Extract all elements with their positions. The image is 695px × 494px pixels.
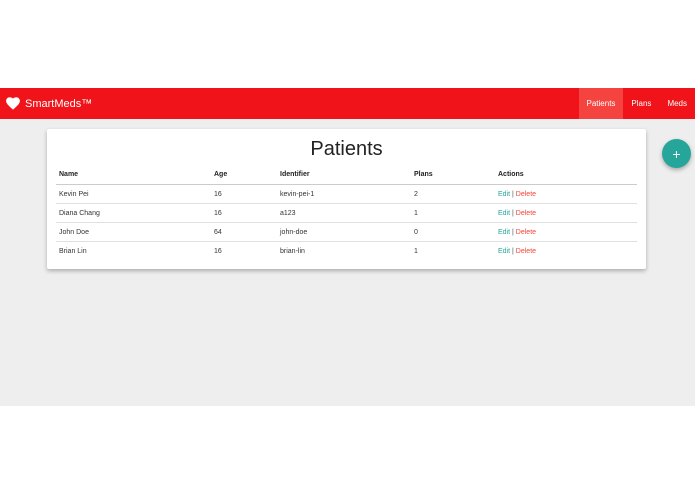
add-patient-button[interactable]: + <box>662 139 691 168</box>
edit-link[interactable]: Edit <box>498 191 510 198</box>
table-row: Brian Lin 16 brian-lin 1 Edit | Delete <box>56 242 637 261</box>
table-row: Diana Chang 16 a123 1 Edit | Delete <box>56 203 637 223</box>
patient-name: Brian Lin <box>59 247 87 255</box>
patient-name: John Doe <box>56 222 211 242</box>
navbar: SmartMeds™ Patients Plans Meds <box>0 88 695 119</box>
app-container: SmartMeds™ Patients Plans Meds Patients … <box>0 88 695 406</box>
edit-link[interactable]: Edit <box>498 248 510 255</box>
table-row: Kevin Pei 16 kevin-pei-1 2 Edit | Delete <box>56 184 637 204</box>
column-header-plans: Plans <box>411 164 495 185</box>
patient-identifier: brian-lin <box>280 247 305 255</box>
delete-link[interactable]: Delete <box>516 229 536 236</box>
patient-identifier: john-doe <box>277 222 411 242</box>
table-row: John Doe 64 john-doe 0 Edit | Delete <box>56 222 637 242</box>
nav-link-patients[interactable]: Patients <box>578 88 624 119</box>
patient-age: 16 <box>211 203 277 223</box>
plus-icon: + <box>672 145 681 162</box>
patients-card: Patients Name Age Identifier Plans Actio… <box>47 129 646 269</box>
column-header-name: Name <box>56 164 211 185</box>
table-header-row: Name Age Identifier Plans Actions <box>56 164 637 185</box>
patient-name: Diana Chang <box>56 203 211 223</box>
patient-plans: 1 <box>414 247 418 255</box>
patient-plans: 0 <box>411 222 495 242</box>
patient-identifier: a123 <box>277 203 411 223</box>
patient-plans: 1 <box>411 203 495 223</box>
patient-age: 64 <box>211 222 277 242</box>
patient-actions: Edit | Delete <box>495 242 637 261</box>
nav-link-meds[interactable]: Meds <box>659 88 695 119</box>
delete-link[interactable]: Delete <box>516 210 536 217</box>
delete-link[interactable]: Delete <box>516 248 536 255</box>
edit-link[interactable]: Edit <box>498 210 510 217</box>
patients-table: Name Age Identifier Plans Actions Kevin … <box>56 164 637 260</box>
edit-link[interactable]: Edit <box>498 229 510 236</box>
action-separator: | <box>512 228 514 236</box>
patient-actions: Edit | Delete <box>495 184 637 204</box>
action-separator: | <box>512 247 514 255</box>
column-header-identifier: Identifier <box>277 164 411 185</box>
nav-link-plans[interactable]: Plans <box>623 88 659 119</box>
patient-plans: 2 <box>411 184 495 204</box>
patient-actions: Edit | Delete <box>495 203 637 223</box>
column-header-actions: Actions <box>495 164 637 185</box>
patient-actions: Edit | Delete <box>495 222 637 242</box>
patient-age: 16 <box>211 184 277 204</box>
patient-age: 16 <box>214 247 222 255</box>
action-separator: | <box>512 209 514 217</box>
delete-link[interactable]: Delete <box>516 191 536 198</box>
patient-identifier: kevin-pei-1 <box>277 184 411 204</box>
brand[interactable]: SmartMeds™ <box>6 88 92 119</box>
action-separator: | <box>512 190 514 198</box>
nav-links: Patients Plans Meds <box>578 88 695 119</box>
patient-name: Kevin Pei <box>56 184 211 204</box>
brand-title: SmartMeds™ <box>25 97 93 110</box>
heart-icon <box>6 97 20 110</box>
page-title: Patients <box>310 138 383 160</box>
column-header-age: Age <box>211 164 277 185</box>
